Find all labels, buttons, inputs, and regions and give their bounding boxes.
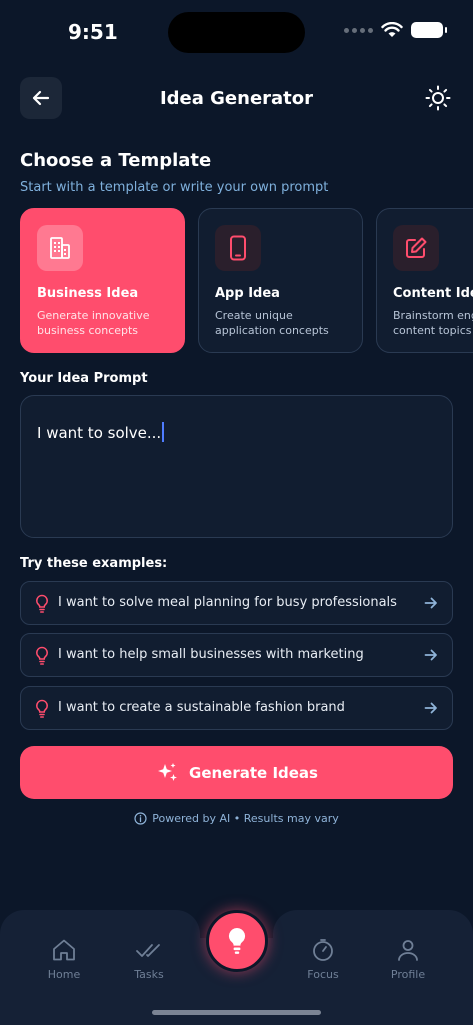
tab-label: Profile [390,968,426,981]
home-icon [53,939,75,961]
double-check-icon [136,944,160,957]
tab-home[interactable]: Home [29,938,99,981]
status-bar: 9:51 [0,0,473,60]
smartphone-icon [215,225,261,271]
tab-label: Home [47,968,81,981]
template-card-business[interactable]: Business Idea Generate innovative busine… [20,208,185,353]
arrow-right-icon [424,597,437,609]
example-text: I want to solve meal planning for busy p… [58,595,397,610]
lightbulb-icon [228,927,246,954]
tab-label: Focus [307,968,339,981]
template-title: Content Idea [393,286,473,301]
idea-center-button[interactable] [206,910,268,972]
dynamic-island [168,12,305,53]
template-description: Generate innovative business concepts [37,309,150,337]
template-description: Create unique application concepts [215,309,329,337]
arrow-right-icon [424,649,437,661]
tab-profile[interactable]: Profile [373,938,443,981]
building-icon [37,225,83,271]
template-title: Business Idea [37,286,139,301]
template-title: App Idea [215,286,280,301]
user-icon [398,940,418,961]
sun-icon [425,85,451,111]
tab-tasks[interactable]: Tasks [114,938,184,981]
sparkles-icon [158,762,178,781]
example-text: I want to help small businesses with mar… [58,647,364,662]
battery-icon [411,22,447,38]
example-text: I want to create a sustainable fashion b… [58,700,345,715]
prompt-text: I want to solve... [37,424,162,442]
section-title: Choose a Template [20,150,212,171]
prompt-label: Your Idea Prompt [20,371,148,386]
theme-toggle-button[interactable] [423,83,453,113]
disclaimer-text: Powered by AI • Results may vary [152,812,339,825]
generate-label: Generate Ideas [189,763,318,782]
info-icon [134,812,147,825]
arrow-right-icon [424,702,437,714]
status-icons [344,22,447,38]
lightbulb-icon [36,699,48,718]
ai-disclaimer: Powered by AI • Results may vary [0,812,473,825]
tab-label: Tasks [134,968,164,981]
tab-focus[interactable]: Focus [288,938,358,981]
signal-icon [344,27,373,33]
status-time: 9:51 [68,20,118,44]
examples-label: Try these examples: [20,556,168,571]
lightbulb-icon [36,594,48,613]
generate-ideas-button[interactable]: Generate Ideas [20,746,453,799]
template-carousel[interactable]: Business Idea Generate innovative busine… [20,208,473,353]
template-card-app[interactable]: App Idea Create unique application conce… [198,208,363,353]
example-item[interactable]: I want to solve meal planning for busy p… [20,581,453,625]
example-item[interactable]: I want to create a sustainable fashion b… [20,686,453,730]
text-cursor [162,422,165,442]
template-description: Brainstorm engaging content topics [393,309,473,337]
page-title: Idea Generator [159,88,314,109]
prompt-input[interactable]: I want to solve... [20,395,453,538]
lightbulb-icon [36,646,48,665]
section-subtitle: Start with a template or write your own … [20,180,329,195]
wifi-icon [381,22,403,37]
home-indicator [152,1010,321,1015]
template-card-content[interactable]: Content Idea Brainstorm engaging content… [376,208,473,353]
example-item[interactable]: I want to help small businesses with mar… [20,633,453,677]
header: Idea Generator [20,77,453,119]
timer-icon [313,939,333,961]
edit-icon [393,225,439,271]
